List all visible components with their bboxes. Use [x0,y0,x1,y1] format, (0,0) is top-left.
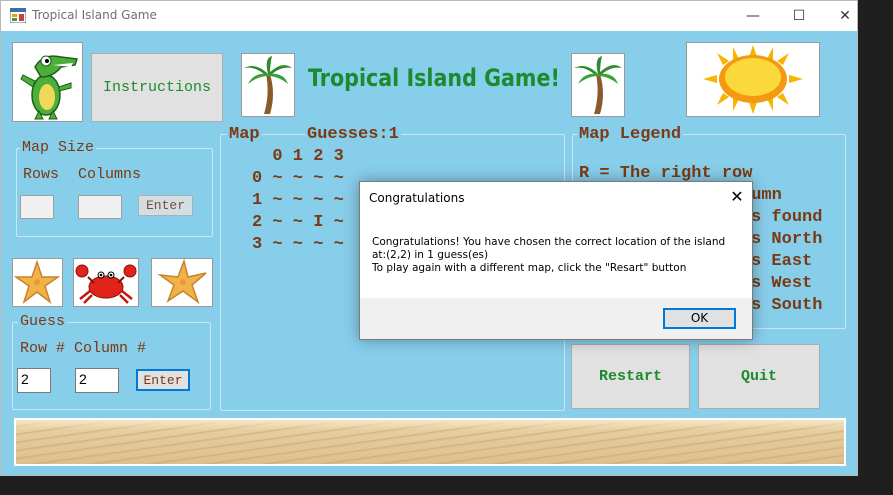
guess-group [12,322,211,410]
map-column-header: 0 1 2 3 [252,147,344,166]
crab-picture [73,258,139,307]
game-title: Tropical Island Game! [308,64,560,92]
map-size-group [16,148,213,237]
map-row-3: 3 ~ ~ ~ ~ [252,235,344,254]
minimize-button[interactable]: — [730,1,776,31]
close-icon: ✕ [730,187,744,206]
close-button[interactable]: ✕ [822,1,868,31]
maximize-icon: ☐ [792,8,806,24]
sun-icon [703,45,803,114]
dialog-message-line-3: To play again with a different map, clic… [372,262,687,274]
title-bar: Tropical Island Game — ☐ ✕ [1,1,857,31]
guesses-count: Guesses:1 [305,125,401,144]
columns-label: Columns [78,166,142,183]
window-title: Tropical Island Game [32,8,157,22]
sun-picture [686,42,820,117]
crocodile-icon [20,55,79,120]
starfish-picture-right [151,258,213,307]
dialog-message-line-1: Congratulations! You have chosen the cor… [372,236,726,248]
starfish-icon [13,259,61,305]
map-row-1: 1 ~ ~ ~ ~ [252,191,344,210]
app-icon [10,8,26,23]
starfish-picture-left [12,258,63,307]
close-icon: ✕ [839,8,851,24]
map-title: Map [227,125,262,144]
dialog-title: Congratulations [369,191,465,205]
columns-input[interactable] [78,195,122,219]
instructions-button[interactable]: Instructions [91,53,223,122]
map-row-2: 2 ~ ~ I ~ [252,213,344,232]
map-row-0: 0 ~ ~ ~ ~ [252,169,344,188]
crocodile-picture [12,42,83,122]
palm-tree-icon [574,56,622,114]
rows-label: Rows [23,166,60,183]
guess-column-label: Column # [74,340,147,357]
palm-tree-picture-left [241,53,295,117]
congratulations-dialog: Congratulations ✕ Congratulations! You h… [359,181,753,340]
restart-button[interactable]: Restart [571,344,690,409]
guess-row-label: Row # [20,340,66,357]
guess-row-input[interactable]: 2 [17,368,51,393]
rows-input[interactable] [20,195,54,219]
dialog-close-button[interactable]: ✕ [725,185,749,209]
guess-enter-button[interactable]: Enter [136,369,190,391]
quit-button[interactable]: Quit [698,344,820,409]
palm-tree-icon [244,56,292,114]
guess-column-input[interactable]: 2 [75,368,119,393]
legend-title: Map Legend [577,125,684,144]
dialog-ok-button[interactable]: OK [663,308,736,329]
map-size-enter-button[interactable]: Enter [138,195,193,216]
maximize-button[interactable]: ☐ [776,1,822,31]
palm-tree-picture-right [571,53,625,117]
minimize-icon: — [746,8,760,24]
map-size-title: Map Size [20,139,97,156]
guess-title: Guess [18,313,68,330]
dialog-message: Congratulations! You have chosen the cor… [372,236,725,275]
starfish-icon [157,258,207,305]
crab-icon [75,264,137,304]
dialog-message-line-2: at:(2,2) in 1 guess(es) [372,249,489,261]
sand-highlight [16,420,844,430]
